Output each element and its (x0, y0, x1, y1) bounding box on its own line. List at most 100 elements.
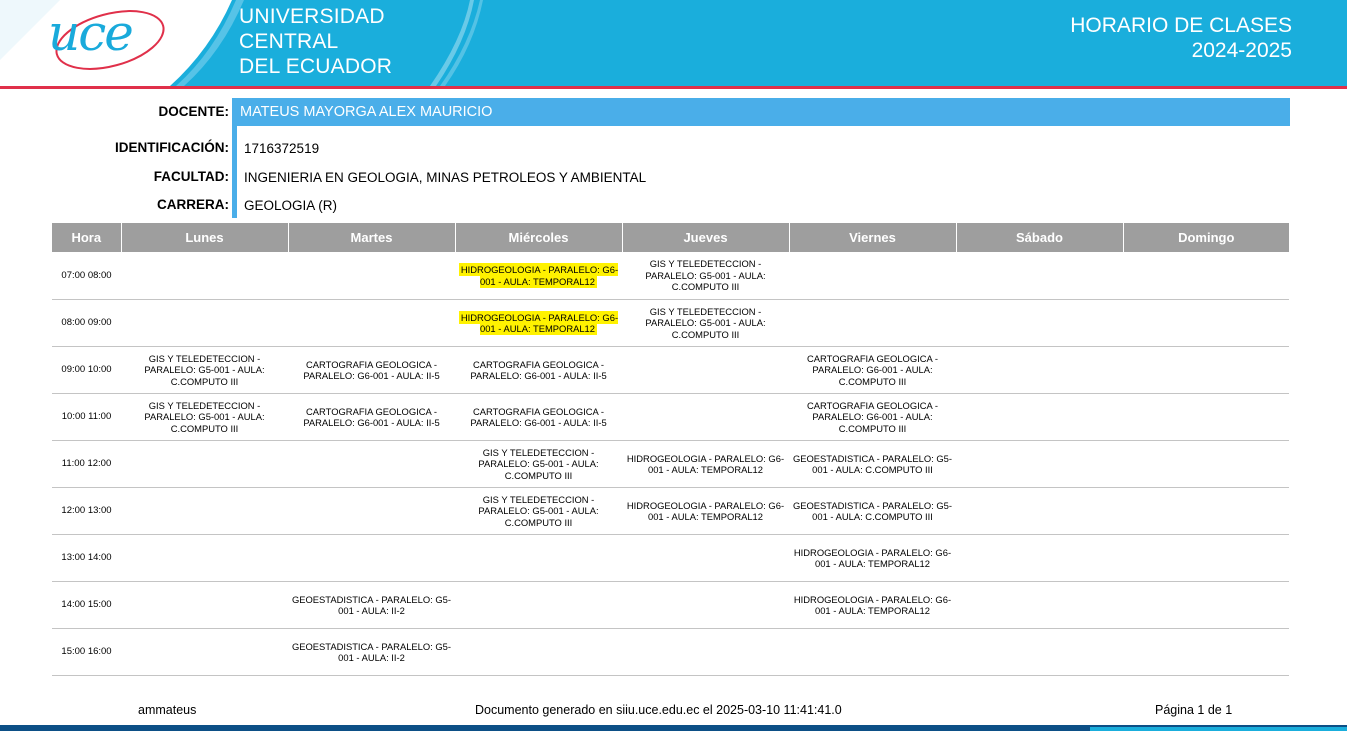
university-name-line3: DEL ECUADOR (239, 55, 393, 78)
cell-martes: CARTOGRAFIA GEOLOGICA - PARALELO: G6-001… (288, 346, 455, 394)
class-entry: CARTOGRAFIA GEOLOGICA - PARALELO: G6-001… (303, 405, 440, 429)
col-header-viernes: Viernes (789, 223, 957, 252)
cell-jueves (622, 628, 789, 676)
table-row: 13:00 14:00 HIDROGEOLOGIA - PARALELO: G6-… (52, 534, 1289, 582)
cell-viernes: CARTOGRAFIA GEOLOGICA - PARALELO: G6-001… (789, 346, 956, 394)
cell-martes (288, 440, 455, 488)
class-entry: GEOESTADISTICA - PARALELO: G5-001 - AULA… (291, 593, 452, 617)
cell-miercoles (455, 628, 622, 676)
cell-domingo (1123, 581, 1289, 629)
info-accent-bar (232, 98, 237, 218)
cell-lunes: GIS Y TELEDETECCION - PARALELO: G5-001 -… (121, 393, 288, 441)
cell-viernes: GEOESTADISTICA - PARALELO: G5-001 - AULA… (789, 440, 956, 488)
hora-cell: 12:00 13:00 (52, 487, 121, 535)
cell-sabado (956, 299, 1123, 347)
table-row: 10:00 11:00 GIS Y TELEDETECCION - PARALEL… (52, 393, 1289, 441)
col-header-sabado: Sábado (956, 223, 1124, 252)
docente-value: MATEUS MAYORGA ALEX MAURICIO (240, 104, 493, 120)
cell-jueves: HIDROGEOLOGIA - PARALELO: G6-001 - AULA:… (622, 440, 789, 488)
cell-martes (288, 487, 455, 535)
cell-martes: CARTOGRAFIA GEOLOGICA - PARALELO: G6-001… (288, 393, 455, 441)
col-header-hora: Hora (52, 223, 122, 252)
table-header-row: Hora Lunes Martes Miércoles Jueves Viern… (52, 223, 1289, 252)
cell-jueves (622, 393, 789, 441)
cell-sabado (956, 393, 1123, 441)
cell-lunes (121, 440, 288, 488)
cell-martes (288, 299, 455, 347)
cell-martes (288, 252, 455, 300)
cell-viernes (789, 252, 956, 300)
col-header-jueves: Jueves (622, 223, 790, 252)
hora-cell: 11:00 12:00 (52, 440, 121, 488)
highlighted-class-entry: HIDROGEOLOGIA - PARALELO: G6-001 - AULA:… (458, 263, 619, 288)
class-entry: GEOESTADISTICA - PARALELO: G5-001 - AULA… (792, 452, 953, 476)
identificacion-value: 1716372519 (244, 141, 320, 156)
schedule-body: 07:00 08:00 HIDROGEOLOGIA - PARALELO: G6-… (52, 252, 1289, 676)
class-entry: CARTOGRAFIA GEOLOGICA - PARALELO: G6-001… (807, 352, 938, 387)
cell-lunes (121, 534, 288, 582)
university-name-line2: CENTRAL (239, 30, 339, 53)
hora-cell: 08:00 09:00 (52, 299, 121, 347)
cell-miercoles (455, 534, 622, 582)
cell-lunes (121, 581, 288, 629)
class-entry: HIDROGEOLOGIA - PARALELO: G6-001 - AULA:… (626, 499, 785, 523)
cell-martes (288, 534, 455, 582)
cell-jueves (622, 534, 789, 582)
cell-miercoles: GIS Y TELEDETECCION - PARALELO: G5-001 -… (455, 440, 622, 488)
cell-viernes: GEOESTADISTICA - PARALELO: G5-001 - AULA… (789, 487, 956, 535)
cell-domingo (1123, 534, 1289, 582)
cell-jueves: HIDROGEOLOGIA - PARALELO: G6-001 - AULA:… (622, 487, 789, 535)
class-entry: HIDROGEOLOGIA - PARALELO: G6-001 - AULA:… (793, 593, 952, 617)
cell-sabado (956, 487, 1123, 535)
class-entry: CARTOGRAFIA GEOLOGICA - PARALELO: G6-001… (303, 358, 440, 382)
document-title-year: 2024-2025 (1191, 39, 1292, 62)
cell-viernes (789, 299, 956, 347)
cell-miercoles (455, 581, 622, 629)
hora-cell: 10:00 11:00 (52, 393, 121, 441)
cell-jueves: GIS Y TELEDETECCION - PARALELO: G5-001 -… (622, 299, 789, 347)
cell-lunes (121, 252, 288, 300)
header-divider (0, 86, 1347, 89)
cell-martes: GEOESTADISTICA - PARALELO: G5-001 - AULA… (288, 628, 455, 676)
cell-sabado (956, 346, 1123, 394)
cell-lunes (121, 628, 288, 676)
facultad-value: INGENIERIA EN GEOLOGIA, MINAS PETROLEOS … (244, 170, 647, 185)
class-entry: HIDROGEOLOGIA - PARALELO: G6-001 - AULA:… (793, 546, 952, 570)
table-row: 15:00 16:00 GEOESTADISTICA - PARALELO: G5… (52, 628, 1289, 676)
schedule-table: Hora Lunes Martes Miércoles Jueves Viern… (52, 223, 1289, 676)
footer-page: Página 1 de 1 (1155, 703, 1233, 717)
hora-cell: 14:00 15:00 (52, 581, 121, 629)
carrera-value: GEOLOGIA (R) (244, 198, 338, 213)
cell-sabado (956, 581, 1123, 629)
uce-logo: uce (48, 4, 134, 62)
cell-sabado (956, 252, 1123, 300)
hora-cell: 09:00 10:00 (52, 346, 121, 394)
hora-cell: 13:00 14:00 (52, 534, 121, 582)
cell-domingo (1123, 628, 1289, 676)
cell-miercoles: CARTOGRAFIA GEOLOGICA - PARALELO: G6-001… (455, 346, 622, 394)
cell-sabado (956, 534, 1123, 582)
table-row: 12:00 13:00 GIS Y TELEDETECCION - PARALEL… (52, 487, 1289, 535)
carrera-label: CARRERA: (157, 197, 229, 212)
cell-jueves (622, 581, 789, 629)
cell-domingo (1123, 252, 1289, 300)
class-entry: GIS Y TELEDETECCION - PARALELO: G5-001 -… (478, 493, 599, 528)
cell-miercoles: HIDROGEOLOGIA - PARALELO: G6-001 - AULA:… (455, 299, 622, 347)
class-entry: GIS Y TELEDETECCION - PARALELO: G5-001 -… (645, 258, 766, 293)
class-entry: GEOESTADISTICA - PARALELO: G5-001 - AULA… (792, 499, 953, 523)
class-entry: GIS Y TELEDETECCION - PARALELO: G5-001 -… (478, 446, 599, 481)
cell-jueves: GIS Y TELEDETECCION - PARALELO: G5-001 -… (622, 252, 789, 300)
table-row: 11:00 12:00 GIS Y TELEDETECCION - PARALEL… (52, 440, 1289, 488)
cell-miercoles: CARTOGRAFIA GEOLOGICA - PARALELO: G6-001… (455, 393, 622, 441)
class-entry: CARTOGRAFIA GEOLOGICA - PARALELO: G6-001… (470, 358, 607, 382)
page-header: uce UNIVERSIDAD CENTRAL DEL ECUADOR HORA… (0, 0, 1347, 86)
document-title: HORARIO DE CLASES 2024-2025 (1070, 13, 1292, 63)
cell-domingo (1123, 299, 1289, 347)
hora-cell: 07:00 08:00 (52, 252, 121, 300)
col-header-domingo: Domingo (1123, 223, 1289, 252)
cell-domingo (1123, 393, 1289, 441)
cell-sabado (956, 440, 1123, 488)
table-row: 14:00 15:00 GEOESTADISTICA - PARALELO: G5… (52, 581, 1289, 629)
cell-domingo (1123, 487, 1289, 535)
table-row: 09:00 10:00 GIS Y TELEDETECCION - PARALEL… (52, 346, 1289, 394)
